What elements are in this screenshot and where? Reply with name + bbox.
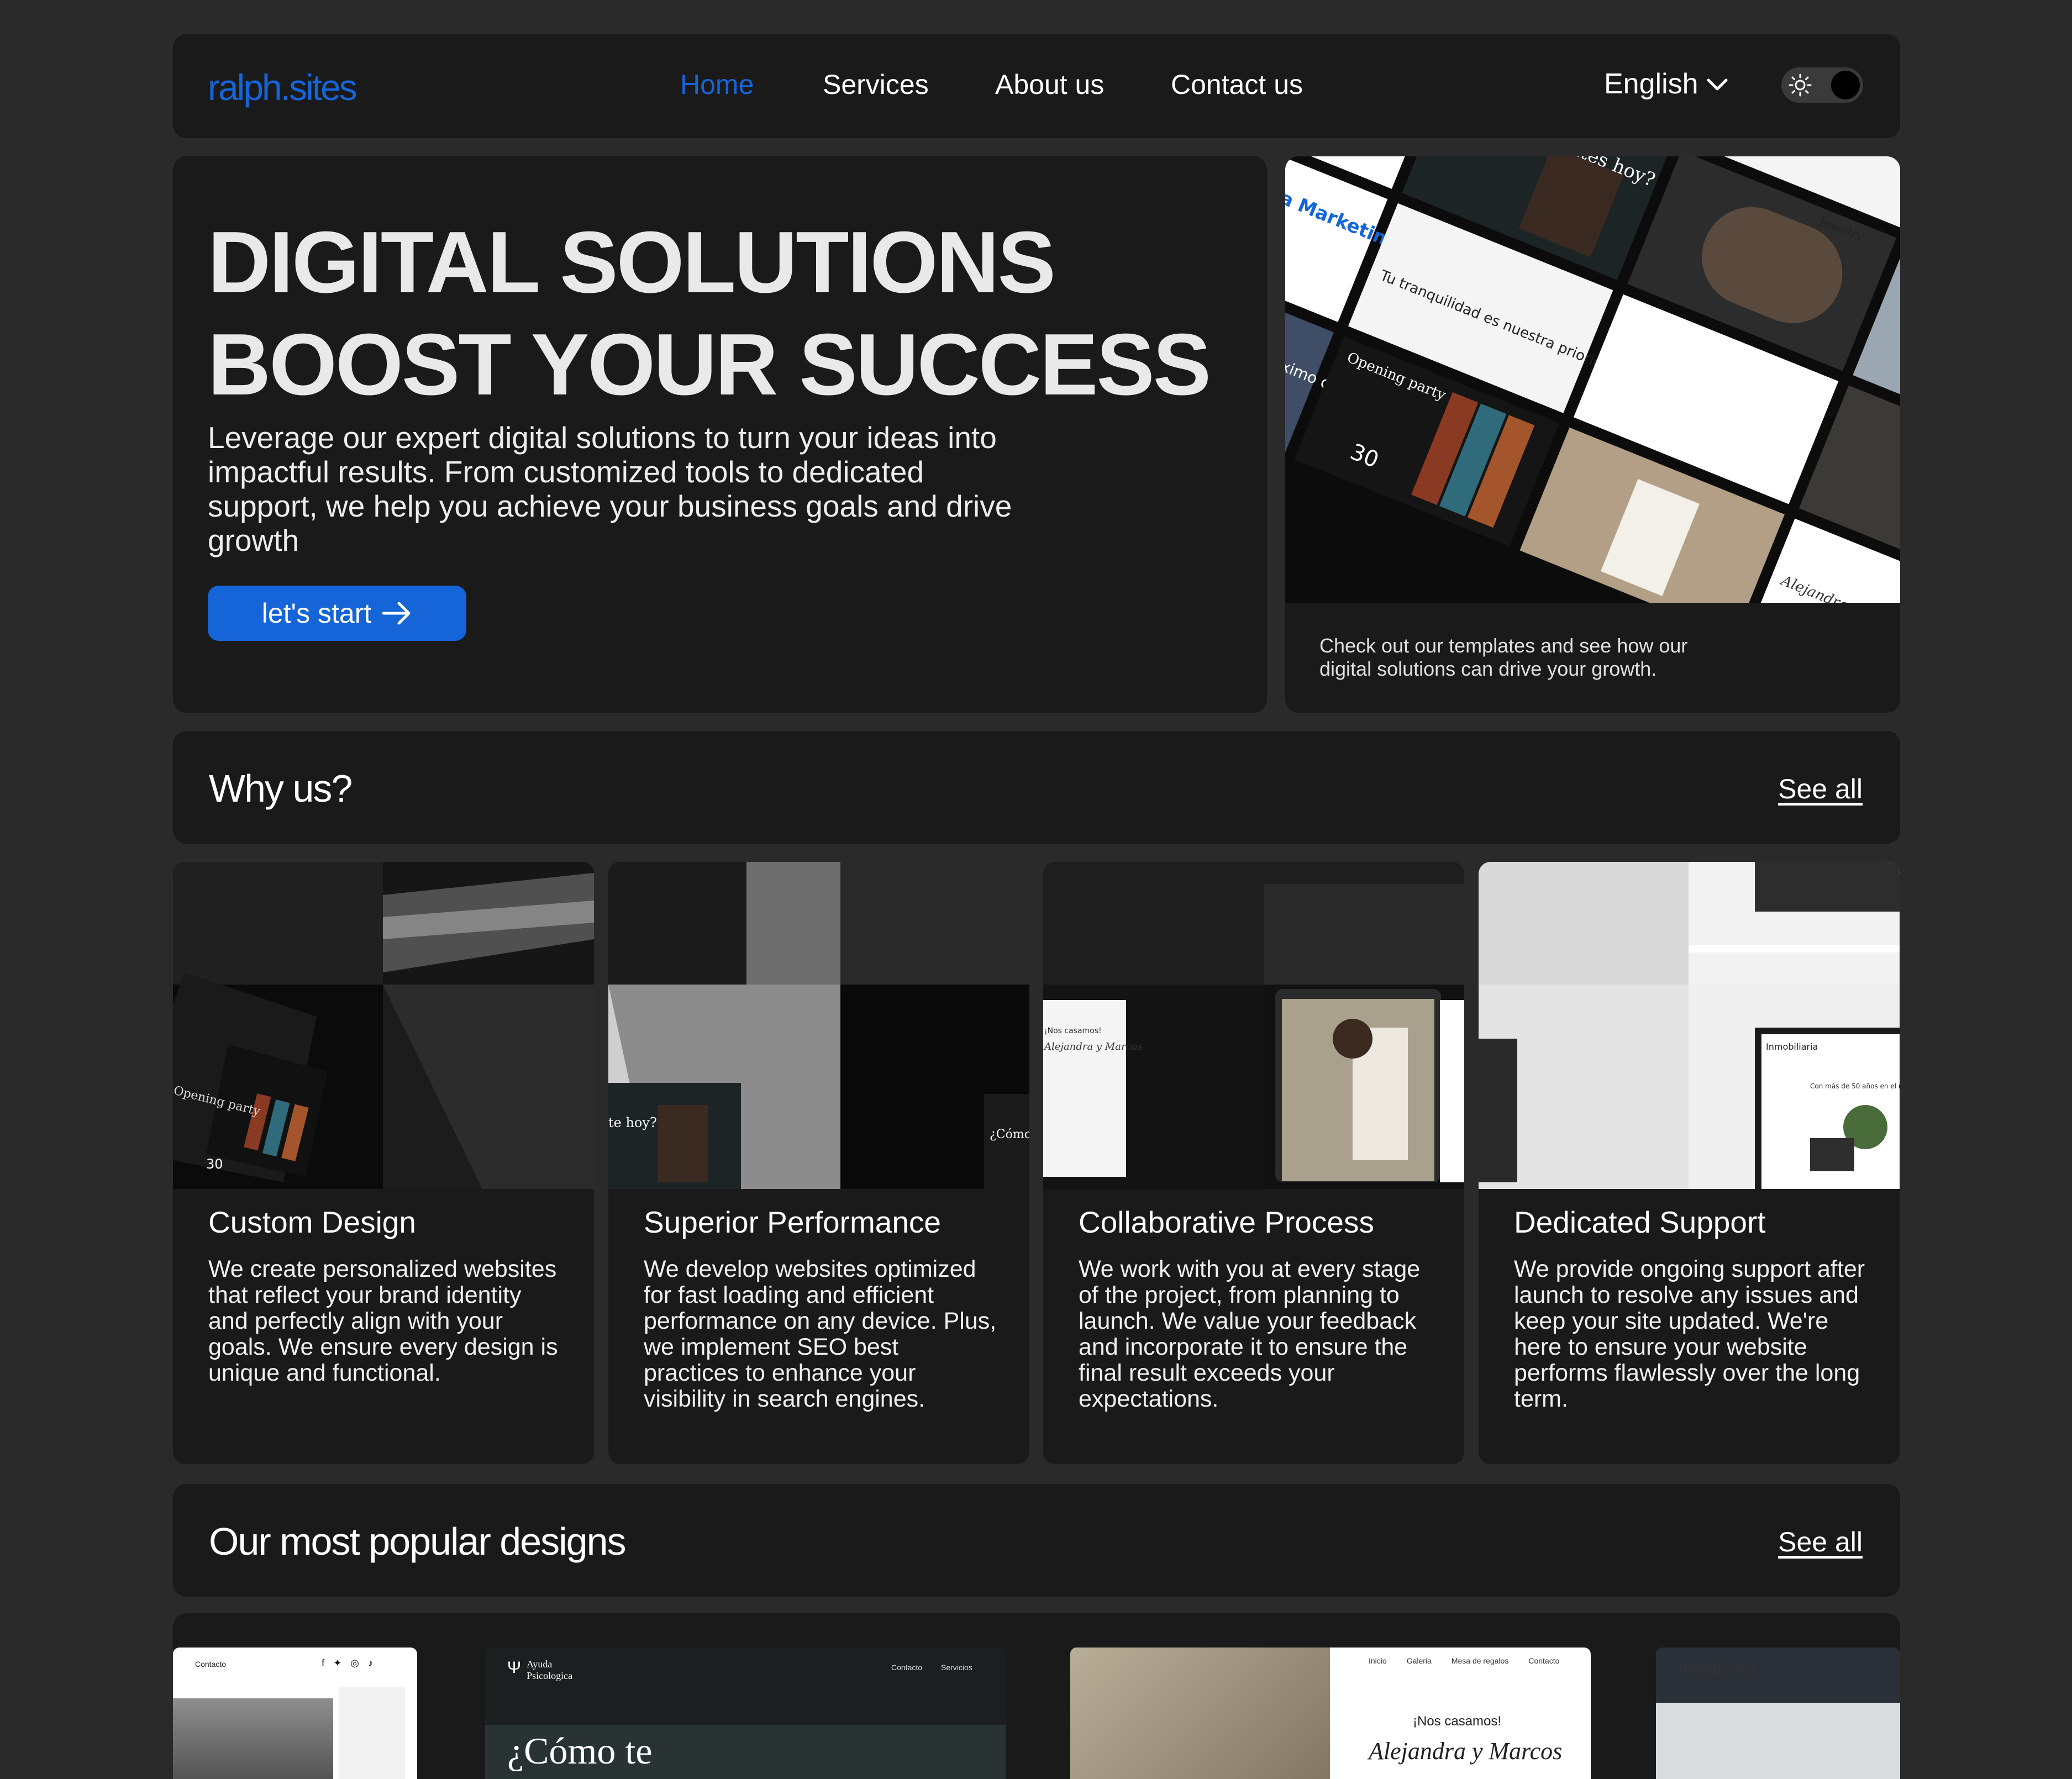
thumb3-nav: Inicio Galeria Mesa de regalos Contacto [1369, 1656, 1559, 1665]
hero-title-line-2: BOOST YOUR SUCCESS [208, 316, 1211, 413]
language-label: English [1604, 68, 1698, 100]
feature-image-dedicated-support: Inmobiliaria Con más de 50 años en el me… [1479, 862, 1900, 1189]
feature-title-superior-performance: Superior Performance [644, 1205, 942, 1239]
thumb3-heading: ¡Nos casamos! [1413, 1714, 1502, 1729]
hero-description: Leverage our expert digital solutions to… [208, 420, 1012, 557]
thumb1-panel [339, 1687, 405, 1779]
hero-title: DIGITAL SOLUTIONS BOOST YOUR SUCCESS [208, 212, 1211, 416]
lets-start-button[interactable]: let's start [208, 586, 466, 641]
why-us-see-all-link[interactable]: See all [1778, 773, 1863, 805]
nav-link-services[interactable]: Services [823, 69, 929, 101]
popular-designs-title: Our most popular designs [209, 1520, 627, 1563]
templates-collage-image: ¿Cómo te sientes hoy? Jewelry Agencia Ma… [1285, 156, 1900, 603]
hero-section: DIGITAL SOLUTIONS BOOST YOUR SUCCESS Lev… [173, 156, 1267, 713]
feature-title-custom-design: Custom Design [208, 1205, 416, 1239]
language-selector[interactable]: English [1604, 67, 1728, 101]
feature-title-collaborative-process: Collaborative Process [1079, 1205, 1374, 1239]
feature-title-dedicated-support: Dedicated Support [1514, 1205, 1766, 1239]
feature-screen-label-7: Inmobiliaria [1766, 1041, 1818, 1052]
feature-screen-label-6: Alejandra y Marcos [1043, 1041, 1143, 1052]
thumb2-heading: ¿Cómo te [507, 1730, 653, 1772]
feature-text-custom-design: We create personalized websites that ref… [208, 1256, 558, 1386]
social-icons: f ✦ ◎ ♪ [322, 1657, 373, 1669]
why-us-header: Why us? See all [173, 731, 1900, 844]
design-thumb-4[interactable]: Inmobiliaria [1656, 1648, 1900, 1779]
popular-designs-header: Our most popular designs See all [173, 1484, 1900, 1597]
feature-image-collaborative-process: ¡Nos casamos! Alejandra y Marcos [1043, 862, 1464, 1189]
feature-screen-label-8: Con más de 50 años en el mercado [1810, 1082, 1900, 1090]
chevron-down-icon [1707, 78, 1728, 91]
top-navbar: ralph.sites Home Services About us Conta… [173, 34, 1900, 138]
why-us-title: Why us? [209, 767, 353, 810]
mountain-image [173, 1698, 333, 1779]
sun-icon [1789, 73, 1812, 97]
thumb2-brand: Ayuda Psicologica [527, 1659, 573, 1681]
feature-text-collaborative-process: We work with you at every stage of the p… [1079, 1256, 1421, 1412]
instagram-icon: ◎ [350, 1657, 359, 1669]
design-thumb-2[interactable]: Ψ Ayuda Psicologica Contacto Servicios ¿… [485, 1648, 1006, 1779]
feature-image-custom-design: Opening party 30 [173, 862, 594, 1189]
thumb2-nav-contacto: Contacto [891, 1663, 923, 1672]
template-showcase: ¿Cómo te sientes hoy? Jewelry Agencia Ma… [1285, 156, 1900, 713]
cta-label: let's start [261, 598, 372, 629]
thumb3-nav-contacto: Contacto [1528, 1656, 1560, 1665]
feature-card-superior-performance[interactable]: te hoy? ¿Cómo sientes Superior Performan… [608, 862, 1029, 1464]
feature-card-collaborative-process[interactable]: ¡Nos casamos! Alejandra y Marcos Collabo… [1043, 862, 1464, 1464]
feature-screen-label-4: ¿Cómo sientes [990, 1128, 1029, 1141]
thumb4-label: Inmobiliaria [1678, 1660, 1758, 1677]
twitter-icon: ✦ [333, 1657, 342, 1669]
feature-text-superior-performance: We develop websites optimized for fast l… [644, 1256, 997, 1412]
thumb2-nav-servicios: Servicios [941, 1663, 972, 1672]
feature-card-custom-design[interactable]: Opening party 30 Custom Design We create… [173, 862, 594, 1464]
popular-designs-row: Contacto f ✦ ◎ ♪ Ψ Ayuda Psicologica Con… [173, 1613, 1900, 1779]
thumb1-nav-contact: Contacto [195, 1660, 227, 1669]
feature-card-dedicated-support[interactable]: Inmobiliaria Con más de 50 años en el me… [1479, 862, 1900, 1464]
thumb3-nav-inicio: Inicio [1369, 1656, 1387, 1665]
wedding-photo [1070, 1648, 1330, 1779]
tiktok-icon: ♪ [368, 1657, 373, 1669]
design-thumb-1[interactable]: Contacto f ✦ ◎ ♪ [173, 1648, 417, 1779]
facebook-icon: f [322, 1657, 325, 1669]
arrow-right-icon [382, 602, 411, 625]
feature-screen-label-3: te hoy? [608, 1115, 657, 1130]
logo[interactable]: ralph.sites [208, 66, 357, 108]
feature-text-dedicated-support: We provide ongoing support after launch … [1514, 1256, 1865, 1412]
showcase-caption: Check out our templates and see how our … [1319, 634, 1688, 680]
thumb3-nav-mesa: Mesa de regalos [1451, 1656, 1509, 1665]
feature-screen-label-5: ¡Nos casamos! [1044, 1027, 1102, 1035]
thumb3-names: Alejandra y Marcos [1369, 1738, 1563, 1765]
psi-logo-icon: Ψ [507, 1659, 522, 1677]
feature-screen-label-2: 30 [206, 1156, 223, 1172]
nav-link-home[interactable]: Home [680, 69, 754, 101]
nav-link-about[interactable]: About us [995, 69, 1104, 101]
popular-see-all-link[interactable]: See all [1778, 1526, 1863, 1558]
nav-link-contact[interactable]: Contact us [1171, 69, 1303, 101]
thumb3-nav-galeria: Galeria [1406, 1656, 1432, 1665]
templates-mosaic[interactable]: ¿Cómo te sientes hoy? Jewelry Agencia Ma… [1285, 156, 1900, 603]
hero-title-line-1: DIGITAL SOLUTIONS [208, 214, 1056, 311]
toggle-knob [1831, 71, 1860, 99]
feature-image-superior-performance: te hoy? ¿Cómo sientes [608, 862, 1029, 1189]
theme-toggle[interactable] [1781, 67, 1863, 103]
design-thumb-3[interactable]: Inicio Galeria Mesa de regalos Contacto … [1070, 1648, 1591, 1779]
